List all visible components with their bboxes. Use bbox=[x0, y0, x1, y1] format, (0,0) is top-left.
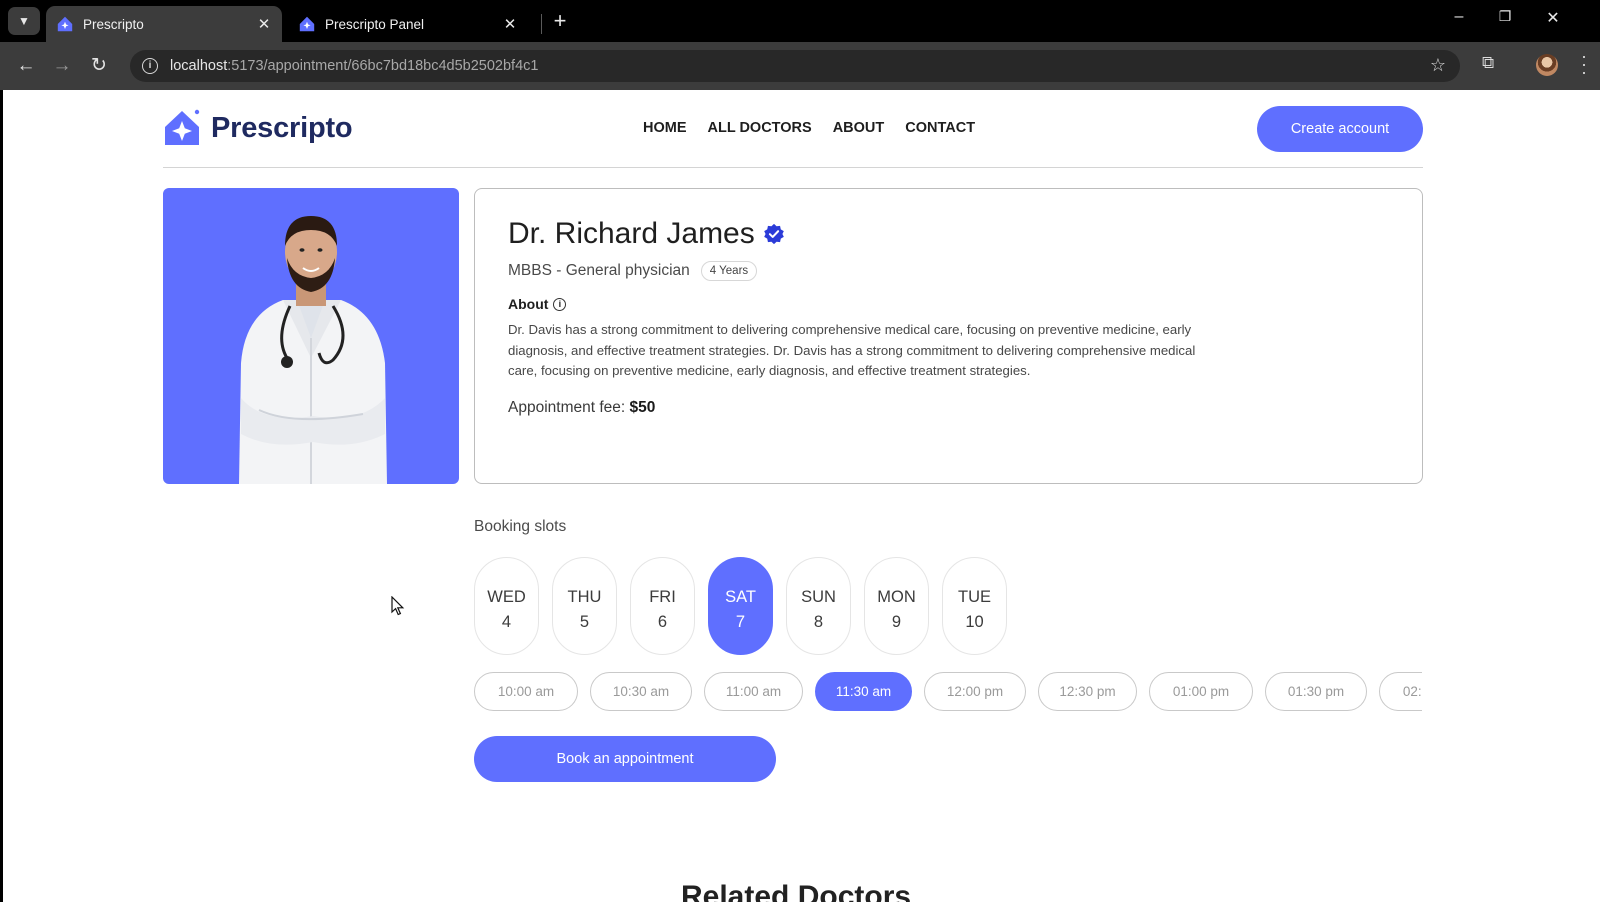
doctor-portrait-image bbox=[239, 216, 387, 484]
time-slot[interactable]: 11:00 am bbox=[704, 672, 803, 711]
tab-separator bbox=[541, 14, 542, 34]
fee-value: $50 bbox=[629, 398, 656, 416]
minimize-icon[interactable]: – bbox=[1444, 8, 1474, 26]
reload-icon[interactable]: ↻ bbox=[87, 54, 111, 78]
day-name: THU bbox=[567, 588, 602, 606]
create-account-button[interactable]: Create account bbox=[1257, 106, 1423, 152]
site-logo[interactable]: Prescripto bbox=[163, 108, 353, 148]
forward-icon[interactable]: → bbox=[50, 54, 74, 78]
logo-text: Prescripto bbox=[211, 111, 353, 144]
time-slot[interactable]: 02:00 pm bbox=[1379, 672, 1422, 711]
prescripto-favicon-icon bbox=[298, 15, 316, 33]
day-slot[interactable]: THU 5 bbox=[552, 557, 617, 655]
day-date: 10 bbox=[965, 613, 984, 631]
prescripto-logo-icon bbox=[165, 109, 200, 145]
chevron-down-icon: ▼ bbox=[18, 14, 30, 28]
experience-badge: 4 Years bbox=[700, 261, 758, 281]
day-date: 6 bbox=[657, 613, 668, 631]
bookmark-star-icon[interactable]: ☆ bbox=[1430, 55, 1446, 76]
day-date: 8 bbox=[813, 613, 824, 631]
day-date: 5 bbox=[579, 613, 590, 631]
doctor-info-card: Dr. Richard James MBBS - General physici… bbox=[474, 188, 1423, 484]
day-date: 7 bbox=[735, 613, 746, 631]
day-name: MON bbox=[877, 588, 916, 606]
restore-icon[interactable]: ❐ bbox=[1490, 8, 1520, 25]
browser-menu-icon[interactable]: · · · bbox=[1580, 47, 1588, 81]
day-slot[interactable]: TUE 10 bbox=[942, 557, 1007, 655]
day-date: 9 bbox=[891, 613, 902, 631]
doctor-photo bbox=[163, 188, 459, 484]
new-tab-button[interactable]: + bbox=[547, 9, 573, 35]
day-name: SUN bbox=[801, 588, 836, 606]
doctor-name: Dr. Richard James bbox=[508, 217, 755, 250]
profile-avatar[interactable] bbox=[1536, 54, 1558, 76]
time-slot-strip[interactable]: 10:00 am 10:30 am 11:00 am 11:30 am 12:0… bbox=[474, 672, 1422, 712]
web-page: Prescripto HOME ALL DOCTORS ABOUT CONTAC… bbox=[3, 90, 1600, 902]
time-slot[interactable]: 01:00 pm bbox=[1149, 672, 1253, 711]
nav-about[interactable]: ABOUT bbox=[833, 120, 885, 136]
day-name: SAT bbox=[725, 588, 756, 606]
close-tab-icon[interactable]: ✕ bbox=[256, 15, 272, 33]
day-name: FRI bbox=[649, 588, 676, 606]
day-slot-selected[interactable]: SAT 7 bbox=[708, 557, 773, 655]
doctor-credentials: MBBS - General physician 4 Years bbox=[508, 261, 1389, 281]
day-slot[interactable]: SUN 8 bbox=[786, 557, 851, 655]
verified-badge-icon bbox=[763, 223, 784, 245]
doctor-name-row: Dr. Richard James bbox=[508, 217, 1389, 251]
url-path: :5173/appointment/66bc7bd18bc4d5b2502bf4… bbox=[227, 58, 539, 74]
browser-tab-prescripto-panel[interactable]: Prescripto Panel ✕ bbox=[288, 6, 528, 42]
tab-title: Prescripto bbox=[83, 16, 144, 32]
time-slot[interactable]: 10:00 am bbox=[474, 672, 578, 711]
nav-contact[interactable]: CONTACT bbox=[905, 120, 975, 136]
day-name: TUE bbox=[958, 588, 991, 606]
appointment-fee: Appointment fee: $50 bbox=[508, 399, 1389, 417]
time-slot[interactable]: 12:30 pm bbox=[1038, 672, 1137, 711]
mouse-cursor-icon bbox=[391, 596, 405, 616]
day-slot[interactable]: FRI 6 bbox=[630, 557, 695, 655]
about-heading: About i bbox=[508, 296, 1389, 312]
time-slot-selected[interactable]: 11:30 am bbox=[815, 672, 912, 711]
site-navbar: Prescripto HOME ALL DOCTORS ABOUT CONTAC… bbox=[163, 90, 1423, 168]
main-menu: HOME ALL DOCTORS ABOUT CONTACT bbox=[643, 120, 975, 136]
about-text: Dr. Davis has a strong commitment to del… bbox=[508, 322, 1196, 378]
back-icon[interactable]: ← bbox=[14, 54, 38, 78]
nav-home[interactable]: HOME bbox=[643, 120, 687, 136]
fee-label: Appointment fee: bbox=[508, 398, 626, 416]
info-icon: i bbox=[553, 297, 567, 311]
day-slot[interactable]: MON 9 bbox=[864, 557, 929, 655]
day-date: 4 bbox=[501, 613, 512, 631]
time-slot[interactable]: 01:30 pm bbox=[1265, 672, 1367, 711]
url-host: localhost bbox=[170, 58, 228, 74]
url-text: localhost:5173/appointment/66bc7bd18bc4d… bbox=[170, 58, 538, 74]
browser-tab-prescripto[interactable]: Prescripto ✕ bbox=[46, 6, 282, 42]
related-doctors-heading: Related Doctors bbox=[681, 880, 912, 902]
browser-toolbar: ← → ↻ i localhost:5173/appointment/66bc7… bbox=[0, 42, 1600, 90]
day-selector: WED 4 THU 5 FRI 6 SAT 7 SUN 8 MON 9 TUE 10 bbox=[474, 557, 1007, 655]
address-bar[interactable]: i localhost:5173/appointment/66bc7bd18bc… bbox=[130, 50, 1460, 82]
nav-all-doctors[interactable]: ALL DOCTORS bbox=[708, 120, 812, 136]
booking-slots-heading: Booking slots bbox=[474, 518, 567, 535]
close-window-icon[interactable]: ✕ bbox=[1538, 8, 1568, 28]
browser-tab-bar: ▼ Prescripto ✕ Prescripto Panel ✕ + – ❐ … bbox=[0, 0, 1600, 42]
time-slot[interactable]: 12:00 pm bbox=[924, 672, 1026, 711]
day-name: WED bbox=[487, 588, 526, 606]
tab-search-button[interactable]: ▼ bbox=[8, 7, 40, 35]
book-appointment-button[interactable]: Book an appointment bbox=[474, 736, 776, 782]
time-slot[interactable]: 10:30 am bbox=[590, 672, 692, 711]
about-label: About bbox=[508, 296, 549, 312]
site-info-icon[interactable]: i bbox=[142, 58, 158, 74]
close-tab-icon[interactable]: ✕ bbox=[502, 15, 518, 33]
tab-title: Prescripto Panel bbox=[325, 16, 425, 32]
prescripto-favicon-icon bbox=[56, 15, 74, 33]
doctor-degree: MBBS - General physician bbox=[508, 262, 690, 279]
day-slot[interactable]: WED 4 bbox=[474, 557, 539, 655]
extensions-icon[interactable]: ⧉ bbox=[1482, 53, 1494, 73]
